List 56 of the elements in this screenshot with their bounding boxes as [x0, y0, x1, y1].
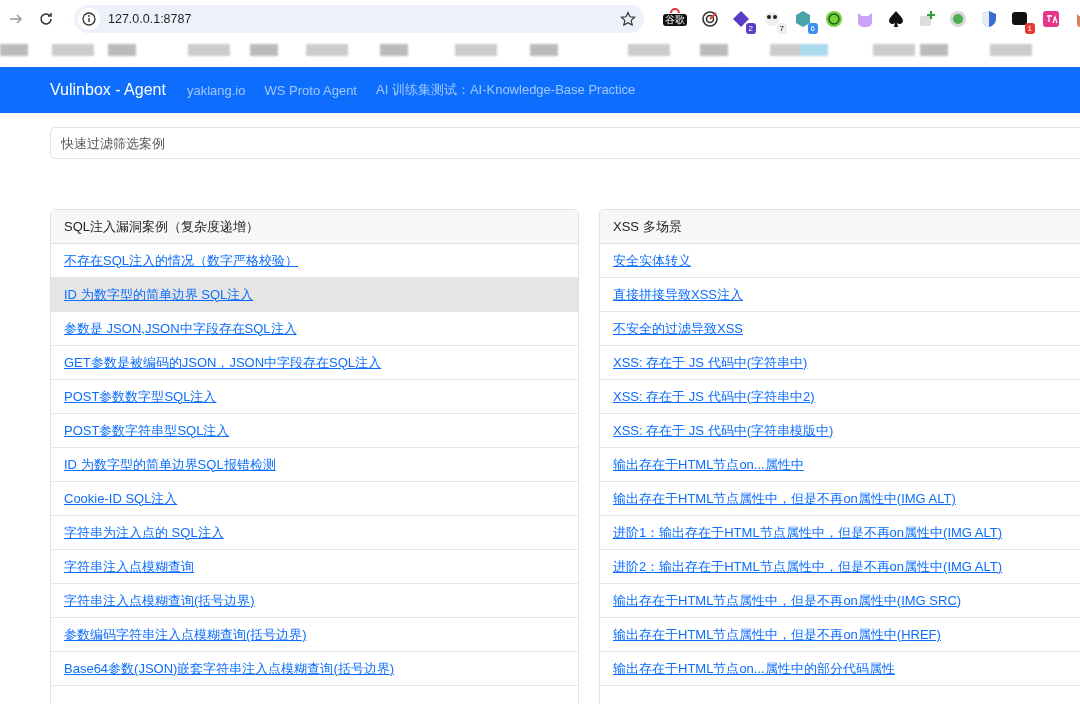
- window-icon[interactable]: [1011, 10, 1029, 28]
- spade-icon[interactable]: [887, 10, 905, 28]
- nav-link[interactable]: AI 训练集测试：AI-Knowledge-Base Practice: [376, 81, 636, 99]
- case-link[interactable]: ID 为数字型的简单边界 SQL注入: [64, 285, 254, 304]
- case-link[interactable]: 字符串注入点模糊查询: [64, 557, 194, 576]
- case-link[interactable]: 进阶2：输出存在于HTML节点属性中，但是不再on属性中(IMG ALT): [613, 557, 1003, 576]
- case-link[interactable]: 进阶1：输出存在于HTML节点属性中，但是不再on属性中(IMG ALT): [613, 523, 1003, 542]
- case-link[interactable]: 安全实体转义: [613, 251, 691, 270]
- case-link[interactable]: POST参数数字型SQL注入: [64, 387, 217, 406]
- panda-icon[interactable]: [763, 10, 781, 28]
- translate-icon[interactable]: [1042, 10, 1060, 28]
- case-link[interactable]: POST参数字符串型SQL注入: [64, 421, 230, 440]
- info-icon[interactable]: [78, 8, 100, 30]
- case-link[interactable]: Cookie-ID SQL注入: [64, 489, 178, 508]
- case-link[interactable]: 输出存在于HTML节点属性中，但是不再on属性中(HREF): [613, 625, 941, 644]
- card-title: SQL注入漏洞案例（复杂度递增）: [51, 210, 578, 244]
- nav-link[interactable]: yaklang.io: [186, 82, 246, 98]
- case-link[interactable]: 直接拼接导致XSS注入: [613, 285, 743, 304]
- case-link[interactable]: 参数是 JSON,JSON中字段存在SQL注入: [64, 319, 297, 338]
- case-link[interactable]: ID 为数字型的简单边界SQL报错检测: [64, 455, 276, 474]
- diamond-icon[interactable]: [732, 10, 750, 28]
- cube-icon[interactable]: [794, 10, 812, 28]
- dot-icon[interactable]: [949, 10, 967, 28]
- star-icon[interactable]: [620, 11, 636, 27]
- shield-icon[interactable]: [980, 10, 998, 28]
- plus-icon[interactable]: [918, 10, 936, 28]
- nav-link[interactable]: WS Proto Agent: [264, 82, 357, 98]
- arc-icon[interactable]: [669, 7, 681, 14]
- case-link[interactable]: 字符串为注入点的 SQL注入: [64, 523, 224, 542]
- extension-badge: 7: [776, 23, 787, 34]
- ring-icon[interactable]: [825, 10, 843, 28]
- case-link[interactable]: 字符串注入点模糊查询(括号边界): [64, 591, 255, 610]
- filter-field[interactable]: 快速过滤筛选案例: [50, 127, 1080, 159]
- brand-link[interactable]: Vulinbox - Agent: [50, 81, 166, 99]
- card-title: XSS 多场景: [600, 210, 1080, 244]
- list-item[interactable]: ID 为数字型的简单边界 SQL注入: [51, 278, 578, 312]
- extension-badge: 1: [1024, 23, 1035, 34]
- case-link[interactable]: XSS: 存在于 JS 代码中(字符串中): [613, 353, 808, 372]
- url-text: 127.0.0.1:8787: [108, 12, 193, 26]
- case-link[interactable]: 不安全的过滤导致XSS: [613, 319, 743, 338]
- case-link[interactable]: GET参数是被编码的JSON，JSON中字段存在SQL注入: [64, 353, 382, 372]
- case-link[interactable]: 输出存在于HTML节点on...属性中: [613, 455, 804, 474]
- extension-badge: 6: [807, 23, 818, 34]
- case-link[interactable]: 不存在SQL注入的情况（数字严格校验）: [64, 251, 298, 270]
- case-link[interactable]: Base64参数(JSON)嵌套字符串注入点模糊查询(括号边界): [64, 659, 395, 678]
- case-link[interactable]: XSS: 存在于 JS 代码中(字符串模版中): [613, 421, 834, 440]
- case-link[interactable]: 输出存在于HTML节点属性中，但是不再on属性中(IMG ALT): [613, 489, 956, 508]
- case-link[interactable]: 输出存在于HTML节点on...属性中的部分代码属性: [613, 659, 895, 678]
- target-icon[interactable]: [701, 10, 719, 28]
- case-link[interactable]: XSS: 存在于 JS 代码中(字符串中2): [613, 387, 815, 406]
- extension-badge: 2: [745, 23, 756, 34]
- case-link[interactable]: 参数编码字符串注入点模糊查询(括号边界): [64, 625, 307, 644]
- address-bar[interactable]: 127.0.0.1:8787: [74, 5, 644, 33]
- case-link[interactable]: 输出存在于HTML节点属性中，但是不再on属性中(IMG SRC): [613, 591, 962, 610]
- extension-badge: 谷歌: [663, 14, 687, 26]
- reload-icon[interactable]: [38, 11, 54, 27]
